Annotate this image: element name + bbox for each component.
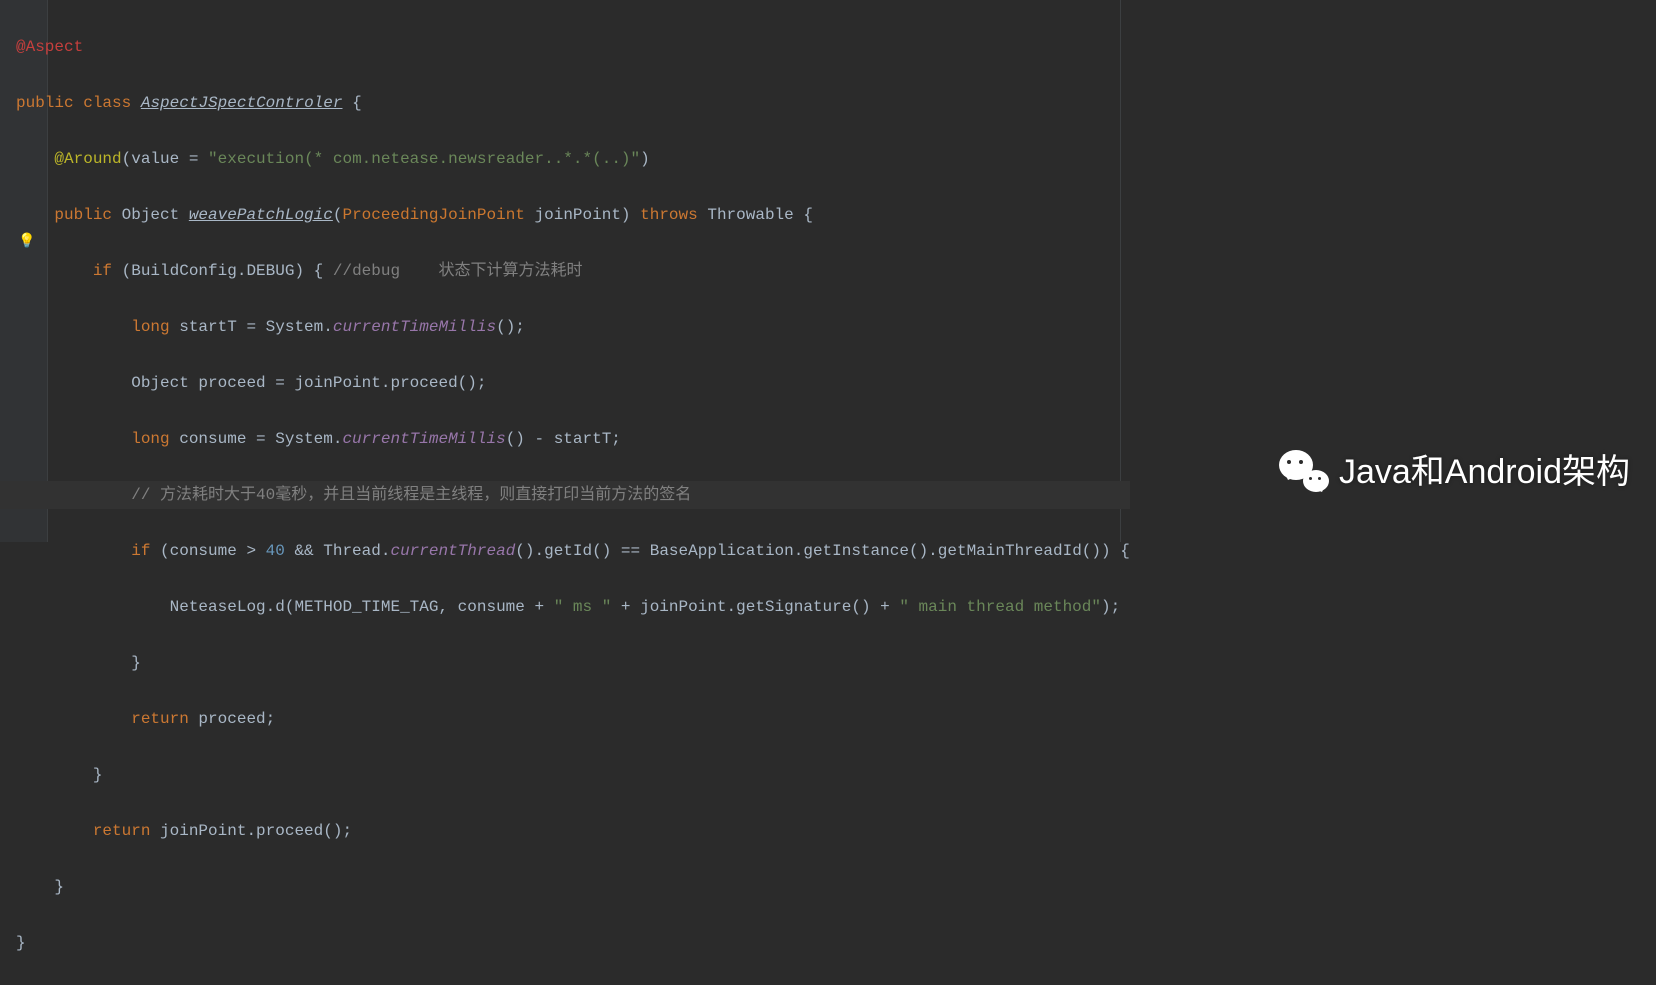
code-line-highlighted: // 方法耗时大于40毫秒，并且当前线程是主线程，则直接打印当前方法的签名 [0,481,1130,509]
class-name: AspectJSpectControler [141,94,343,112]
code-area[interactable]: @Aspect public class AspectJSpectControl… [0,5,1130,985]
code-line: if (BuildConfig.DEBUG) { //debug 状态下计算方法… [0,257,1130,285]
code-line: if (consume > 40 && Thread.currentThread… [0,537,1130,565]
code-line: @Around(value = "execution(* com.netease… [0,145,1130,173]
wechat-icon [1279,450,1329,494]
code-line: } [0,649,1130,677]
code-line: NeteaseLog.d(METHOD_TIME_TAG, consume + … [0,593,1130,621]
code-line: return proceed; [0,705,1130,733]
watermark: Java和Android架构 [1279,450,1630,494]
comment: //debug 状态下计算方法耗时 [333,262,583,280]
code-line: long consume = System.currentTimeMillis(… [0,425,1130,453]
comment: // 方法耗时大于40毫秒，并且当前线程是主线程，则直接打印当前方法的签名 [131,486,691,504]
code-line: } [0,873,1130,901]
code-line: public class AspectJSpectControler { [0,89,1130,117]
watermark-text: Java和Android架构 [1339,458,1630,486]
method-name: weavePatchLogic [189,206,333,224]
code-line: return joinPoint.proceed(); [0,817,1130,845]
code-line: } [0,929,1130,957]
code-line: long startT = System.currentTimeMillis()… [0,313,1130,341]
annotation: @Aspect [16,38,83,56]
code-line: } [0,761,1130,789]
annotation: @Around [54,150,121,168]
code-line: public Object weavePatchLogic(Proceeding… [0,201,1130,229]
code-line: @Aspect [0,33,1130,61]
code-line: Object proceed = joinPoint.proceed(); [0,369,1130,397]
